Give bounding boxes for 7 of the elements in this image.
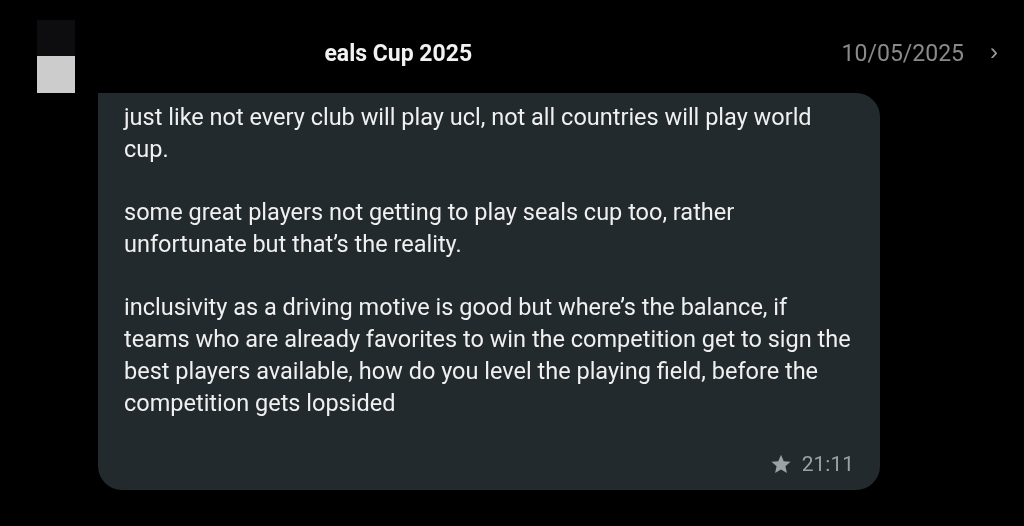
chevron-button[interactable]: › [984, 37, 1004, 66]
message-paragraph: just like not every club will play ucl, not all countries will play world cup. [124, 102, 813, 165]
message-time: 21:11 [801, 452, 854, 476]
message-paragraph: some great players not getting to play seals cup too, rather unfortunate but that’s the reality. [124, 197, 736, 260]
message-date: 10/05/2025 [841, 40, 964, 67]
chat-title: eals Cup 2025 [323, 40, 474, 67]
message-paragraph: inclusivity as a driving motive is good but where’s the balance, if teams who are already favorites to win the competition get to sign the best players available, how do you level the playing field, before the competition gets lopsided [124, 292, 852, 419]
